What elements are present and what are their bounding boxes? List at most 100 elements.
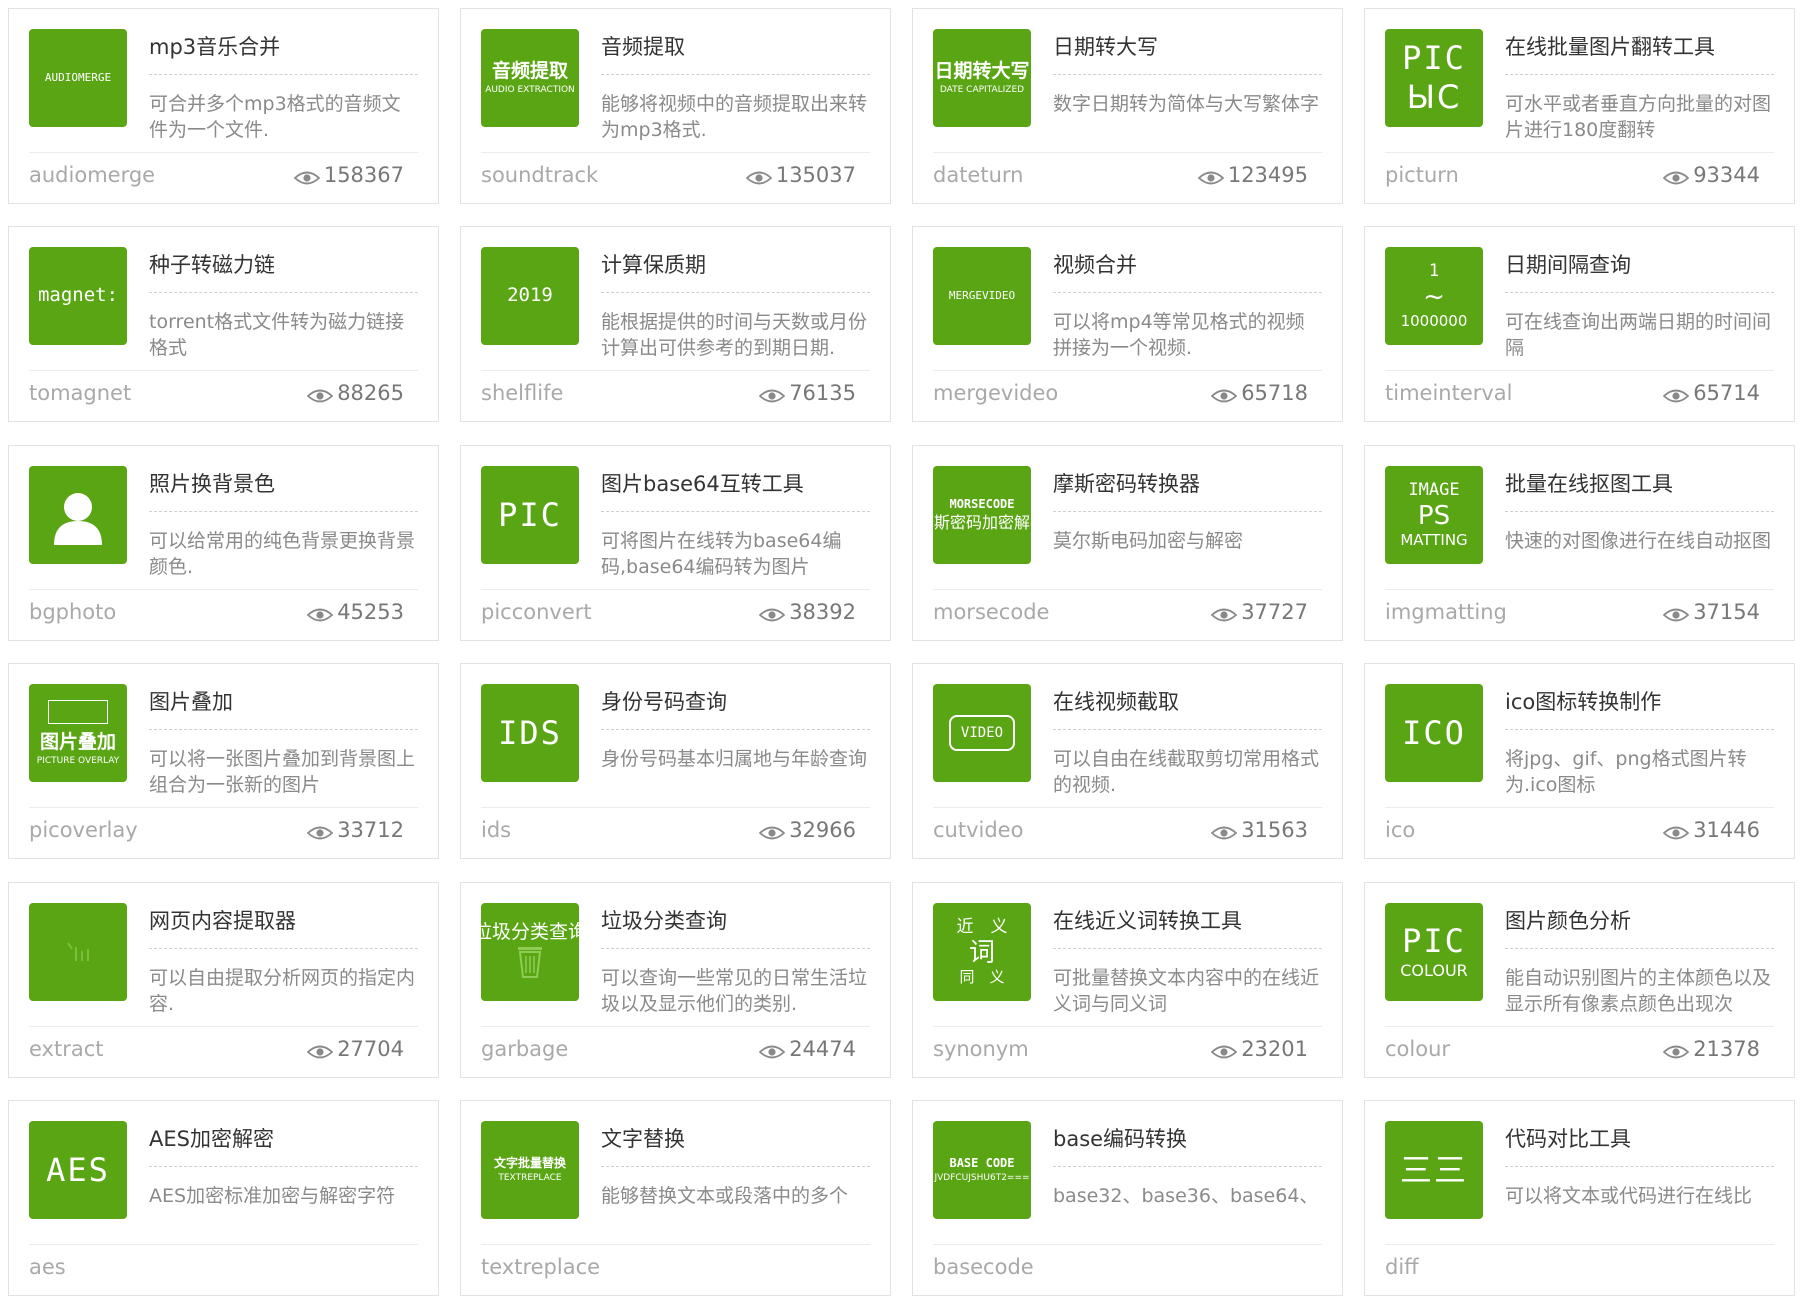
tool-card-basecode[interactable]: BASE CODE JVDFCUJSHU6T2=== base编码转换 base32、… <box>912 1100 1343 1296</box>
title-divider <box>601 948 870 949</box>
audio-extraction-icon-text-2: AUDIO EXTRACTION <box>485 84 575 95</box>
view-count: 31563 <box>1210 818 1308 842</box>
tool-slug: picconvert <box>481 600 592 624</box>
aes-icon: AES <box>29 1121 127 1219</box>
tool-title[interactable]: 批量在线抠图工具 <box>1505 468 1774 498</box>
tool-card-textreplace[interactable]: 文字批量替换 TEXTREPLACE 文字替换 能够替换文本或段落中的多个 textre… <box>460 1100 891 1296</box>
tool-card-tomagnet[interactable]: magnet: 种子转磁力链 torrent格式文件转为磁力链接格式 tomagnet… <box>8 226 439 422</box>
tool-card-shelflife[interactable]: 2019 计算保质期 能根据提供的时间与天数或月份计算出可供参考的到期日期. shel… <box>460 226 891 422</box>
tool-title[interactable]: 日期间隔查询 <box>1505 249 1774 279</box>
footer-divider <box>933 1244 1322 1245</box>
eye-icon <box>758 604 786 622</box>
tool-card-diff[interactable]: 三三 代码对比工具 可以将文本或代码进行在线比 diff <box>1364 1100 1795 1296</box>
shelflife-icon: 2019 <box>481 247 579 345</box>
tool-title[interactable]: 图片叠加 <box>149 686 418 716</box>
title-divider <box>601 292 870 293</box>
tool-description: 可以将一张图片叠加到背景图上组合为一张新的图片 <box>149 748 416 796</box>
eye-icon <box>758 1041 786 1059</box>
tool-title[interactable]: 在线批量图片翻转工具 <box>1505 31 1774 61</box>
eye-icon <box>1210 1041 1238 1059</box>
picture-overlay-icon-text-1: 图片叠加 <box>39 730 116 753</box>
title-divider <box>149 1166 418 1167</box>
tool-card-ids[interactable]: IDS 身份号码查询 身份号码基本归属地与年龄查询 ids 32966 <box>460 663 891 859</box>
tool-title[interactable]: 代码对比工具 <box>1505 1123 1774 1153</box>
tool-title[interactable]: 计算保质期 <box>601 249 870 279</box>
tool-slug: bgphoto <box>29 600 117 624</box>
title-divider <box>1505 729 1774 730</box>
tool-title[interactable]: 图片base64互转工具 <box>601 468 870 498</box>
tool-card-picoverlay[interactable]: 图片叠加 PICTURE OVERLAY 图片叠加 可以将一张图片叠加到背景图上组合为… <box>8 663 439 859</box>
tool-slug: timeinterval <box>1385 381 1513 405</box>
tool-title[interactable]: 垃圾分类查询 <box>601 905 870 935</box>
tool-card-imgmatting[interactable]: IMAGE PS MATTING 批量在线抠图工具 快速的对图像进行在线自动抠图 imgm… <box>1364 445 1795 641</box>
tool-card-soundtrack[interactable]: 音频提取 AUDIO EXTRACTION 音频提取 能够将视频中的音频提取出来转为m… <box>460 8 891 204</box>
tool-card-extract[interactable]: 网页内容提取器 可以自由提取分析网页的指定内容. extract 27704 <box>8 882 439 1078</box>
view-count: 27704 <box>306 1037 404 1061</box>
tool-title[interactable]: 文字替换 <box>601 1123 870 1153</box>
tool-description: 可水平或者垂直方向批量的对图片进行180度翻转 <box>1505 93 1772 141</box>
tool-title[interactable]: 网页内容提取器 <box>149 905 418 935</box>
eye-icon <box>293 167 321 185</box>
tool-title[interactable]: AES加密解密 <box>149 1123 418 1153</box>
time-interval-icon-text-2: ~ <box>1423 282 1445 313</box>
tool-description: 将jpg、gif、png格式图片转为.ico图标 <box>1505 748 1747 796</box>
tool-title[interactable]: 视频合并 <box>1053 249 1322 279</box>
tool-card-dateturn[interactable]: 日期转大写 DATE CAPITALIZED 日期转大写 数字日期转为简体与大写繁体字… <box>912 8 1343 204</box>
image-matting-icon: IMAGE PS MATTING <box>1385 466 1483 564</box>
tool-title[interactable]: 摩斯密码转换器 <box>1053 468 1322 498</box>
time-interval-icon-text-3: 1000000 <box>1400 312 1468 331</box>
tool-title[interactable]: 照片换背景色 <box>149 468 418 498</box>
tool-card-aes[interactable]: AES AES加密解密 AES加密标准加密与解密字符 aes <box>8 1100 439 1296</box>
tool-card-cutvideo[interactable]: VIDEO 在线视频截取 可以自由在线截取剪切常用格式的视频. cutvideo 315… <box>912 663 1343 859</box>
view-count-value: 45253 <box>337 600 404 624</box>
tool-card-picconvert[interactable]: PIC 图片base64互转工具 可将图片在线转为base64编码,base64编码… <box>460 445 891 641</box>
tool-description: torrent格式文件转为磁力链接格式 <box>149 311 405 359</box>
synonym-icon-text-2: 词 <box>968 938 995 969</box>
view-count-value: 32966 <box>789 818 856 842</box>
tool-title[interactable]: 日期转大写 <box>1053 31 1322 61</box>
footer-divider <box>29 370 418 371</box>
tool-description: 莫尔斯电码加密与解密 <box>1053 530 1244 552</box>
tool-title[interactable]: base编码转换 <box>1053 1123 1322 1153</box>
view-count-value: 65718 <box>1241 381 1308 405</box>
tool-title[interactable]: 身份号码查询 <box>601 686 870 716</box>
title-divider <box>1053 74 1322 75</box>
view-count: 123495 <box>1197 163 1308 187</box>
tool-title[interactable]: 种子转磁力链 <box>149 249 418 279</box>
eye-icon <box>1210 604 1238 622</box>
footer-divider <box>481 152 870 153</box>
view-count: 32966 <box>758 818 856 842</box>
pic-colour-icon-text-1: PIC <box>1402 922 1466 961</box>
tool-slug: picturn <box>1385 163 1459 187</box>
ico-icon: ICO <box>1385 684 1483 782</box>
tool-description: 可批量替换文本内容中的在线近义词与同义词 <box>1053 967 1320 1015</box>
pic-colour-icon-text-2: COLOUR <box>1400 961 1468 981</box>
tool-card-audiomerge[interactable]: AUDIOMERGE mp3音乐合并 可合并多个mp3格式的音频文件为一个文件. au… <box>8 8 439 204</box>
title-divider <box>1053 729 1322 730</box>
tool-title[interactable]: 在线近义词转换工具 <box>1053 905 1322 935</box>
tool-title[interactable]: mp3音乐合并 <box>149 31 418 61</box>
tool-title[interactable]: 图片颜色分析 <box>1505 905 1774 935</box>
tool-slug: dateturn <box>933 163 1024 187</box>
tool-card-colour[interactable]: PIC COLOUR 图片颜色分析 能自动识别图片的主体颜色以及显示所有像素点颜色出现… <box>1364 882 1795 1078</box>
eye-icon <box>758 385 786 403</box>
view-count: 37727 <box>1210 600 1308 624</box>
tool-card-mergevideo[interactable]: MERGEVIDEO 视频合并 可以将mp4等常见格式的视频拼接为一个视频. merg… <box>912 226 1343 422</box>
tool-title[interactable]: 音频提取 <box>601 31 870 61</box>
tool-title[interactable]: 在线视频截取 <box>1053 686 1322 716</box>
magnet-icon: magnet: <box>29 247 127 345</box>
title-divider <box>1505 74 1774 75</box>
tool-card-morsecode[interactable]: MORSECODE摩斯密码加密解密摩斯密码转换器莫尔斯电码加密与解密morsec… <box>912 445 1343 641</box>
text-replace-icon-text-2: TEXTREPLACE <box>498 1172 562 1183</box>
pic-colour-icon: PIC COLOUR <box>1385 903 1483 1001</box>
tool-description: base32、base36、base64、 <box>1053 1185 1319 1207</box>
tool-description: 可以自由提取分析网页的指定内容. <box>149 967 416 1015</box>
tool-card-picturn[interactable]: PIC ЫC 在线批量图片翻转工具 可水平或者垂直方向批量的对图片进行180度翻转 pi… <box>1364 8 1795 204</box>
tool-title[interactable]: ico图标转换制作 <box>1505 686 1774 716</box>
tool-card-timeinterval[interactable]: 1 ~1000000 日期间隔查询 可在线查询出两端日期的时间间隔 timeinterv… <box>1364 226 1795 422</box>
tool-card-synonym[interactable]: 近 义词同 义在线近义词转换工具 可批量替换文本内容中的在线近义词与同义词 syno… <box>912 882 1343 1078</box>
tool-card-ico[interactable]: ICO ico图标转换制作 将jpg、gif、png格式图片转为.ico图标 ico 3… <box>1364 663 1795 859</box>
tool-card-garbage[interactable]: 垃圾分类查询 垃圾分类查询 可以查询一些常见的日常生活垃圾以及显示他们的类别. gar… <box>460 882 891 1078</box>
tool-card-bgphoto[interactable]: 照片换背景色 可以给常用的纯色背景更换背景颜色. bgphoto 45253 <box>8 445 439 641</box>
view-count-value: 31446 <box>1693 818 1760 842</box>
